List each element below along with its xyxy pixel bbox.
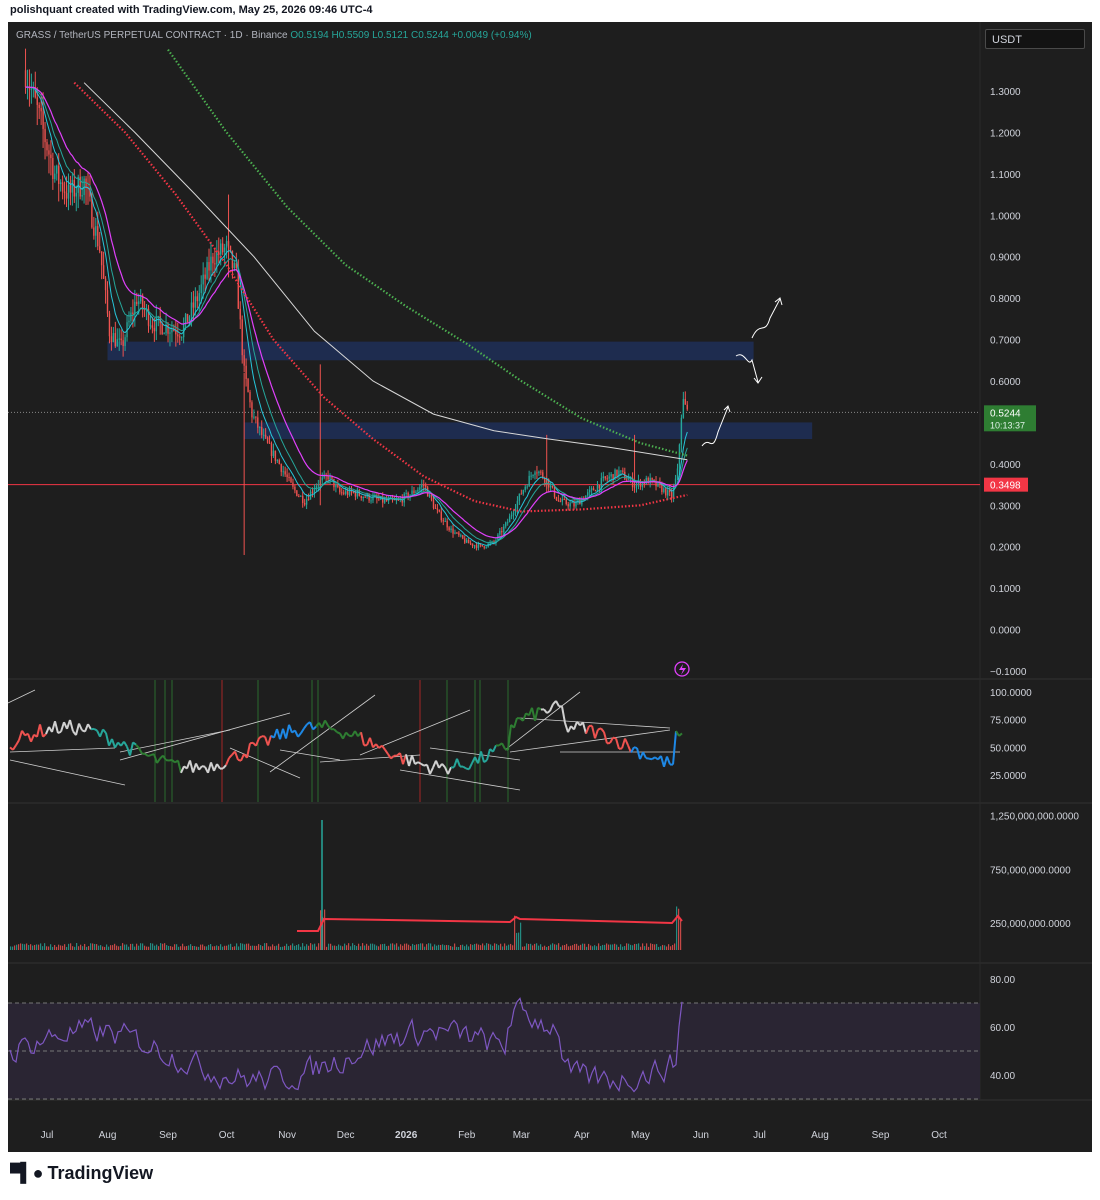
attribution-bar: polishquant created with TradingView.com…	[0, 0, 1100, 22]
tradingview-logo-icon: ▀▍●	[10, 1163, 43, 1183]
chart-area[interactable]	[8, 22, 1092, 1152]
footer	[0, 1152, 1100, 1200]
ohlc-close: C0.5244	[411, 30, 449, 41]
ohlc-change: +0.0049 (+0.94%)	[451, 30, 532, 41]
symbol-name: GRASS / TetherUS PERPETUAL CONTRACT · 1D…	[16, 30, 288, 41]
ohlc-high: H0.5509	[331, 30, 370, 41]
brand-name: TradingView	[47, 1163, 154, 1183]
tradingview-logo: ▀▍● TradingView	[10, 1163, 153, 1184]
attribution-text: polishquant created with TradingView.com…	[10, 4, 373, 16]
currency-selector[interactable]: USDT	[985, 29, 1085, 49]
ohlc-open: O0.5194	[290, 30, 329, 41]
symbol-info: GRASS / TetherUS PERPETUAL CONTRACT · 1D…	[16, 30, 532, 41]
ohlc-low: L0.5121	[372, 30, 409, 41]
